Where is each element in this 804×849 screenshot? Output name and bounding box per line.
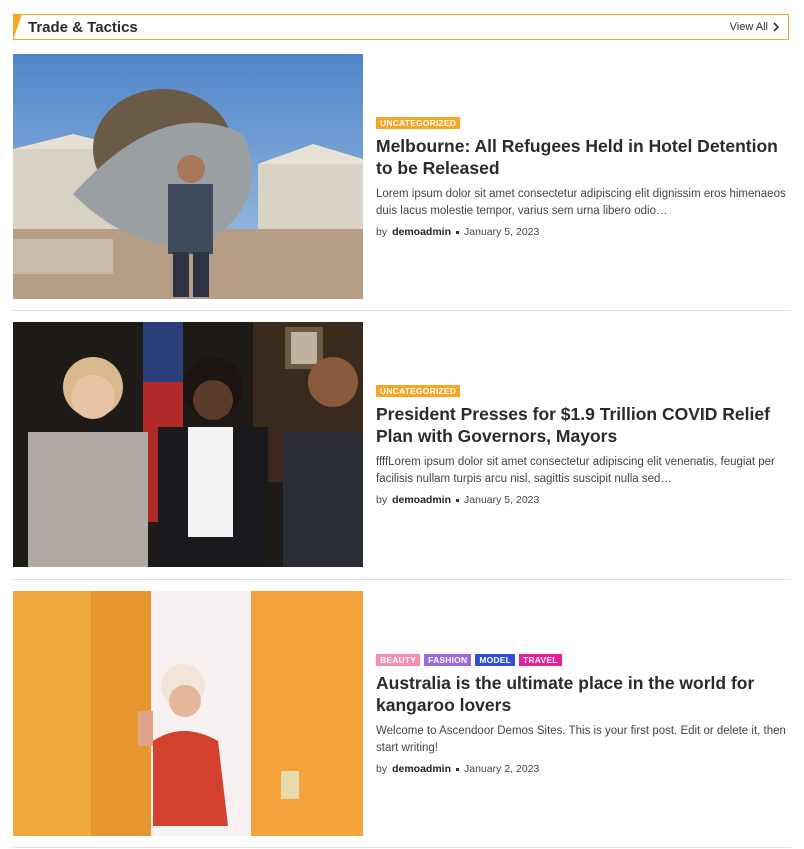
post-divider bbox=[13, 847, 791, 848]
post-meta: by demoadmin January 5, 2023 bbox=[376, 494, 786, 506]
post-excerpt: Lorem ipsum dolor sit amet consectetur a… bbox=[376, 188, 786, 217]
by-label: by bbox=[376, 226, 388, 238]
post-author[interactable]: demoadmin bbox=[392, 763, 451, 775]
post-divider bbox=[13, 579, 791, 580]
section-header: Trade & Tactics View All bbox=[13, 14, 789, 40]
meta-separator bbox=[456, 498, 460, 502]
post-thumbnail[interactable] bbox=[13, 54, 363, 299]
post-date[interactable]: January 5, 2023 bbox=[464, 226, 539, 238]
chevron-right-icon bbox=[773, 22, 780, 32]
post-date[interactable]: January 5, 2023 bbox=[464, 494, 539, 506]
meta-separator bbox=[456, 230, 460, 234]
by-label: by bbox=[376, 763, 388, 775]
post-card: BEAUTY FASHION MODEL TRAVEL Australia is… bbox=[13, 591, 791, 836]
post-categories: UNCATEGORIZED bbox=[376, 117, 786, 129]
view-all-label: View All bbox=[729, 21, 768, 33]
category-badge-fashion[interactable]: FASHION bbox=[424, 654, 472, 666]
post-card: UNCATEGORIZED Melbourne: All Refugees He… bbox=[13, 54, 791, 299]
doorway-photo-image bbox=[13, 591, 363, 836]
meta-separator bbox=[456, 767, 460, 771]
post-thumbnail[interactable] bbox=[13, 322, 363, 567]
post-title[interactable]: Melbourne: All Refugees Held in Hotel De… bbox=[376, 135, 786, 179]
category-badge-model[interactable]: MODEL bbox=[475, 654, 516, 666]
post-categories: UNCATEGORIZED bbox=[376, 385, 786, 397]
post-date[interactable]: January 2, 2023 bbox=[464, 763, 539, 775]
post-author[interactable]: demoadmin bbox=[392, 494, 451, 506]
post-body: BEAUTY FASHION MODEL TRAVEL Australia is… bbox=[376, 654, 786, 775]
post-categories: BEAUTY FASHION MODEL TRAVEL bbox=[376, 654, 786, 666]
post-excerpt: ffffLorem ipsum dolor sit amet consectet… bbox=[376, 456, 775, 485]
post-thumbnail[interactable] bbox=[13, 591, 363, 836]
post-meta: by demoadmin January 5, 2023 bbox=[376, 226, 786, 238]
post-author[interactable]: demoadmin bbox=[392, 226, 451, 238]
post-title[interactable]: President Presses for $1.9 Trillion COVI… bbox=[376, 403, 786, 447]
post-body: UNCATEGORIZED Melbourne: All Refugees He… bbox=[376, 117, 786, 238]
post-excerpt: Welcome to Ascendoor Demos Sites. This i… bbox=[376, 725, 786, 754]
category-badge-travel[interactable]: TRAVEL bbox=[519, 654, 562, 666]
post-meta: by demoadmin January 2, 2023 bbox=[376, 763, 786, 775]
meeting-photo-image bbox=[13, 322, 363, 567]
post-card: UNCATEGORIZED President Presses for $1.9… bbox=[13, 322, 791, 567]
view-all-link[interactable]: View All bbox=[730, 21, 780, 33]
category-badge[interactable]: UNCATEGORIZED bbox=[376, 117, 461, 129]
by-label: by bbox=[376, 494, 388, 506]
category-badge[interactable]: UNCATEGORIZED bbox=[376, 385, 461, 397]
post-body: UNCATEGORIZED President Presses for $1.9… bbox=[376, 385, 786, 506]
header-accent bbox=[13, 14, 22, 40]
post-title[interactable]: Australia is the ultimate place in the w… bbox=[376, 672, 786, 716]
post-divider bbox=[13, 310, 791, 311]
category-badge-beauty[interactable]: BEAUTY bbox=[376, 654, 421, 666]
section-title: Trade & Tactics bbox=[28, 19, 138, 36]
refugee-photo-image bbox=[13, 54, 363, 299]
